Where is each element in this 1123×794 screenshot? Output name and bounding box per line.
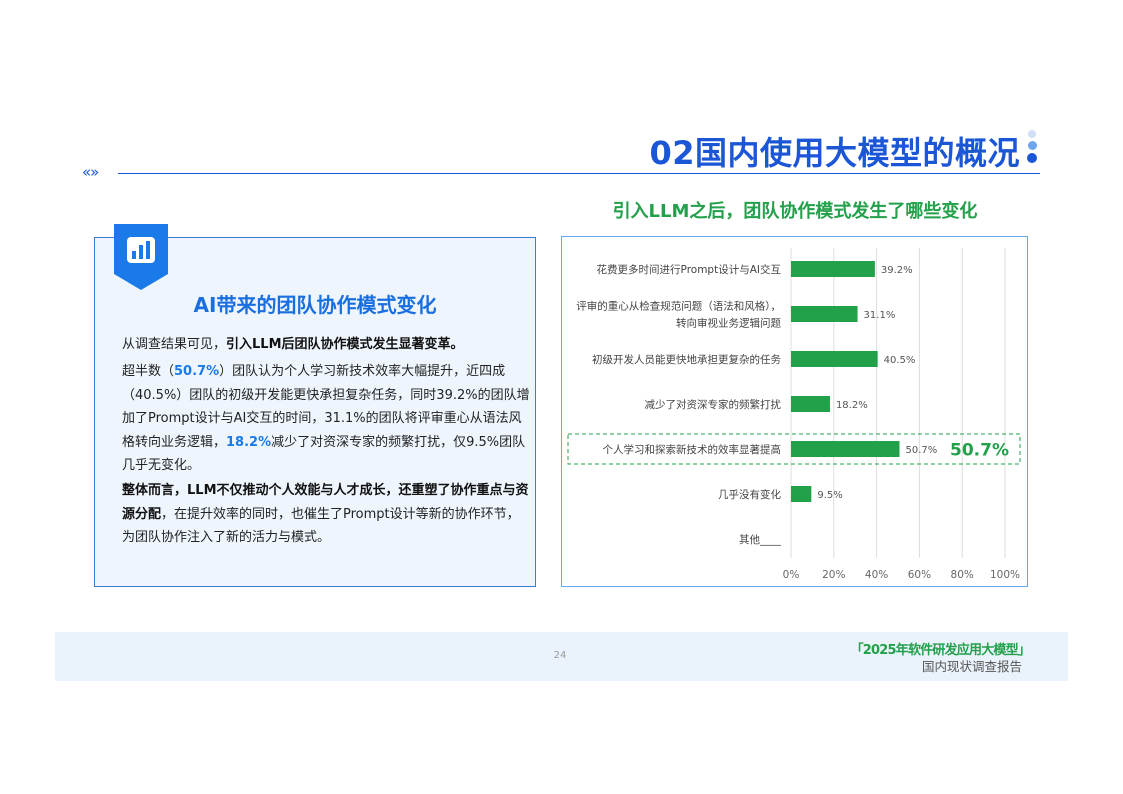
summary-paragraph-1: 从调查结果可见，引入LLM后团队协作模式发生显著变革。 bbox=[122, 333, 532, 357]
category-label: 减少了对资深专家的频繁打扰 bbox=[645, 398, 782, 411]
summary-paragraph-2: 超半数（50.7%）团队认为个人学习新技术效率大幅提升，近四成（40.5%）团队… bbox=[122, 360, 532, 478]
bar-chart: 0% 20% 40% 60% 80% 100% 花费更多时间进行Prompt设计与AI交互 3… bbox=[567, 248, 1021, 581]
x-tick-label: 0% bbox=[783, 569, 800, 581]
category-label: 个人学习和探索新技术的效率显著提高 bbox=[603, 443, 782, 456]
bar-value-label: 31.1% bbox=[864, 310, 896, 321]
category-label: 其他____ bbox=[739, 533, 782, 546]
header-divider bbox=[118, 173, 1040, 174]
summary-paragraph-3: 整体而言，LLM不仅推动个人效能与人才成长，还重塑了协作重点与资源分配，在提升效… bbox=[122, 479, 532, 550]
bar bbox=[791, 486, 812, 502]
bar-chart-icon bbox=[114, 224, 168, 290]
x-tick-label: 80% bbox=[951, 569, 974, 581]
category-label: 转向审视业务逻辑问题 bbox=[676, 317, 781, 330]
bar-value-label: 50.7% bbox=[905, 445, 937, 456]
p1-text: 从调查结果可见， bbox=[122, 337, 227, 352]
category-label: 几乎没有变化 bbox=[718, 488, 781, 501]
category-label: 初级开发人员能更快地承担更复杂的任务 bbox=[592, 353, 781, 366]
title-dots-decoration bbox=[1027, 130, 1037, 170]
bar-value-label: 40.5% bbox=[884, 355, 916, 366]
bar bbox=[791, 396, 830, 412]
category-label: 花费更多时间进行Prompt设计与AI交互 bbox=[597, 263, 781, 276]
nav-arrows-icon: «» bbox=[82, 163, 99, 181]
page-title: 02国内使用大模型的概况 bbox=[649, 134, 1020, 172]
p2-text-a: 超半数（ bbox=[122, 364, 175, 379]
bar bbox=[791, 441, 900, 457]
bar-value-label: 9.5% bbox=[817, 490, 842, 501]
x-tick-label: 20% bbox=[822, 569, 845, 581]
bar-value-label: 18.2% bbox=[836, 400, 868, 411]
bar bbox=[791, 261, 875, 277]
p3-text: ，在提升效率的同时，也催生了Prompt设计等新的协作环节，为团队协作注入了新的… bbox=[122, 506, 520, 546]
category-label: 评审的重心从检查规范问题（语法和风格）， bbox=[576, 300, 781, 313]
bar-value-label: 39.2% bbox=[881, 265, 913, 276]
x-tick-label: 100% bbox=[990, 569, 1020, 581]
x-tick-label: 60% bbox=[908, 569, 931, 581]
footer-subtitle: 国内现状调查报告 bbox=[921, 659, 1022, 674]
bar bbox=[791, 351, 878, 367]
p1-bold-text: 引入LLM后团队协作模式发生显著变革。 bbox=[226, 337, 464, 352]
p2-highlight-2: 18.2% bbox=[226, 434, 272, 450]
page-number: 24 bbox=[553, 650, 567, 661]
p2-highlight-1: 50.7% bbox=[174, 364, 220, 379]
chart-title: 引入LLM之后，团队协作模式发生了哪些变化 bbox=[612, 201, 978, 222]
panel-heading: AI带来的团队协作模式变化 bbox=[193, 293, 437, 317]
bar bbox=[791, 306, 858, 322]
highlight-value-label: 50.7% bbox=[950, 441, 1009, 461]
x-tick-label: 40% bbox=[865, 569, 888, 581]
